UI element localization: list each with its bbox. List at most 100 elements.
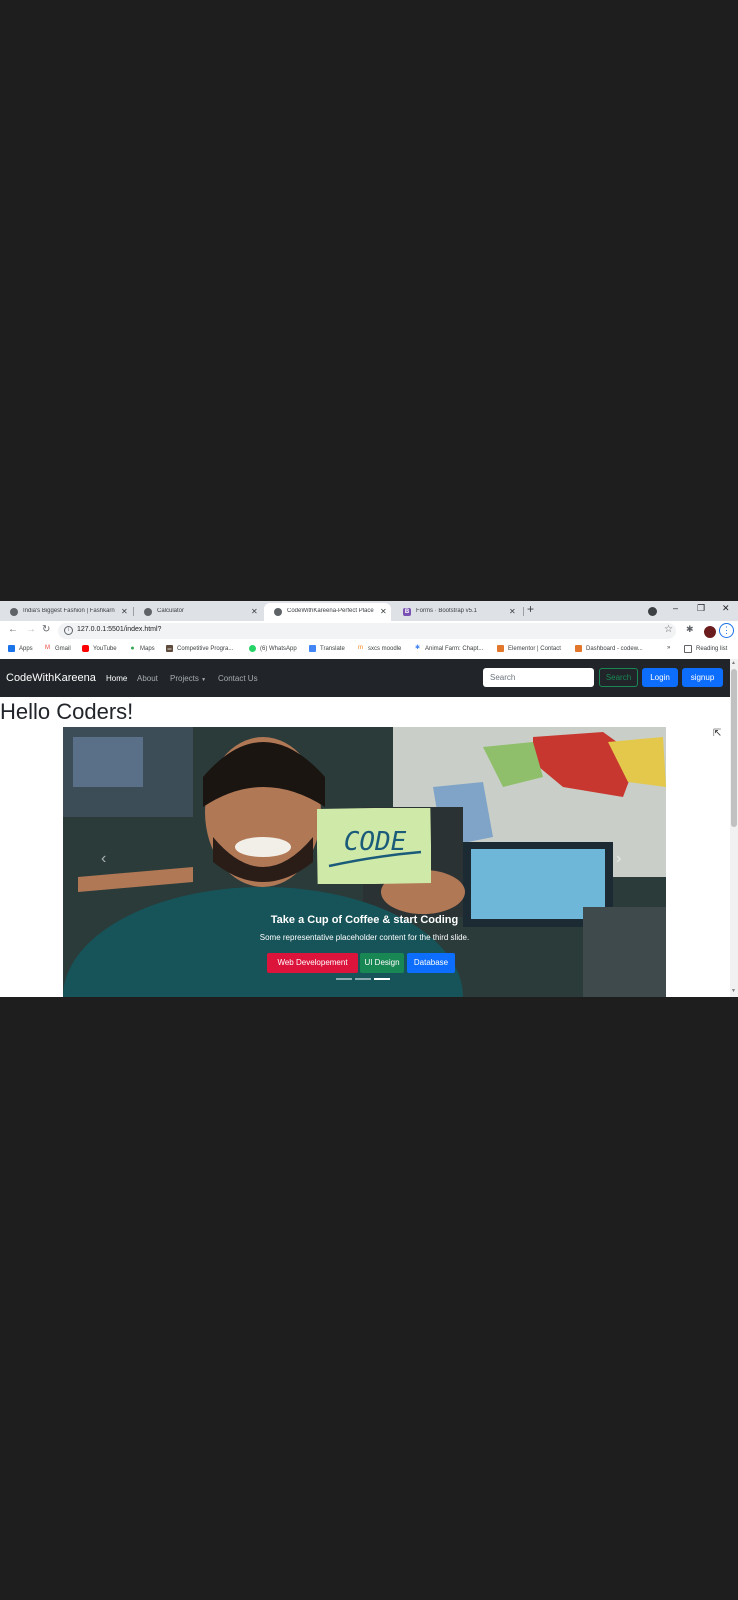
reading-list-label: Reading list <box>696 646 728 652</box>
apps-grid-icon <box>8 645 15 652</box>
bookmark-elementor[interactable]: Elementor | Contact <box>497 645 561 652</box>
reading-list-button[interactable]: Reading list <box>684 645 727 653</box>
hero-carousel[interactable]: CODE ‹ › Take a Cup of Coffee & start Co… <box>63 727 666 997</box>
bookmark-label: sxcs moodle <box>368 645 402 652</box>
bookmark-youtube[interactable]: YouTube <box>82 645 117 652</box>
globe-icon <box>10 608 18 616</box>
carousel-indicator[interactable] <box>336 978 352 980</box>
carousel-caption-text: Some representative placeholder content … <box>259 933 470 942</box>
search-input[interactable]: Search <box>483 668 594 687</box>
mouse-cursor-icon: ⇱ <box>713 728 722 739</box>
carousel-next-icon[interactable]: › <box>616 850 621 868</box>
tab-separator <box>523 607 524 616</box>
bookmark-label: (6) WhatsApp <box>260 645 297 652</box>
gmail-icon: M <box>45 645 50 651</box>
bookmark-star-icon[interactable]: ☆ <box>664 624 673 635</box>
back-arrow-icon[interactable]: ← <box>8 624 18 635</box>
bookmark-label: Apps <box>19 645 33 652</box>
carousel-indicators <box>336 978 396 981</box>
close-tab-icon[interactable]: ✕ <box>380 607 387 616</box>
new-tab-button[interactable]: + <box>527 602 534 616</box>
bookmark-apps[interactable]: Apps <box>8 645 33 652</box>
carousel-indicator[interactable] <box>355 978 371 980</box>
code-sticky-note: CODE <box>317 808 431 884</box>
bookmark-label: Dashboard - codew... <box>586 645 643 652</box>
database-button[interactable]: Database <box>407 953 455 973</box>
address-bar[interactable]: i 127.0.0.1:5501/index.html? ☆ <box>58 623 676 639</box>
tab-title: India's Biggest Fashion | Fashkarn <box>23 608 115 614</box>
extensions-puzzle-icon[interactable]: ✱ <box>686 624 694 635</box>
sticky-note-text: CODE <box>344 827 407 857</box>
profile-indicator-icon[interactable] <box>648 607 657 616</box>
scroll-up-arrow-icon[interactable]: ▲ <box>731 660 736 666</box>
web-development-button[interactable]: Web Developement <box>267 953 358 973</box>
bookmark-moodle[interactable]: m sxcs moodle <box>357 645 401 652</box>
tab-title: CodeWithKareena-Perfect Place <box>287 608 374 614</box>
tab-title: Calculator <box>157 608 185 614</box>
bookmark-competitive[interactable]: cc Competitive Progra... <box>166 645 233 652</box>
bookmark-label: Animal Farm: Chapt... <box>425 645 484 652</box>
carousel-caption-title: Take a Cup of Coffee & start Coding <box>270 914 459 926</box>
tab-strip: India's Biggest Fashion | Fashkarn ✕ Cal… <box>0 601 738 621</box>
whatsapp-icon <box>249 645 256 652</box>
scroll-down-arrow-icon[interactable]: ▼ <box>731 988 736 994</box>
bookmark-label: Gmail <box>55 645 71 652</box>
bookmark-gmail[interactable]: M Gmail <box>44 645 71 652</box>
close-window-button[interactable]: ✕ <box>722 603 730 614</box>
bookmark-animal-farm[interactable]: ✱ Animal Farm: Chapt... <box>414 645 483 652</box>
cc-icon: cc <box>166 645 173 652</box>
tab-title: Forms · Bootstrap v5.1 <box>416 608 478 614</box>
ui-design-button[interactable]: UI Design <box>360 953 404 973</box>
minimize-button[interactable]: – <box>673 603 678 613</box>
search-button[interactable]: Search <box>599 668 638 687</box>
forward-arrow-icon[interactable]: → <box>26 624 36 635</box>
carousel-indicator-active[interactable] <box>374 978 390 980</box>
nav-projects-label: Projects <box>170 674 199 683</box>
bookmark-maps[interactable]: ● Maps <box>129 645 155 652</box>
tab-bootstrap-forms[interactable]: B Forms · Bootstrap v5.1 ✕ <box>393 603 523 621</box>
close-tab-icon[interactable]: ✕ <box>121 607 128 616</box>
globe-icon <box>274 608 282 616</box>
close-tab-icon[interactable]: ✕ <box>509 607 516 616</box>
nav-projects[interactable]: Projects ▼ <box>170 674 206 683</box>
carousel-prev-icon[interactable]: ‹ <box>101 850 106 868</box>
tab-fashion[interactable]: India's Biggest Fashion | Fashkarn ✕ <box>0 603 132 621</box>
bookmarks-overflow-button[interactable]: » <box>667 645 670 651</box>
bootstrap-icon: B <box>403 608 411 616</box>
nav-home[interactable]: Home <box>106 674 127 683</box>
globe-icon <box>144 608 152 616</box>
caret-down-icon: ▼ <box>201 677 207 683</box>
reading-list-icon <box>684 645 692 653</box>
close-tab-icon[interactable]: ✕ <box>251 607 258 616</box>
menu-dots-icon[interactable]: ⋮ <box>719 623 734 638</box>
site-brand[interactable]: CodeWithKareena <box>6 672 96 684</box>
site-navbar: CodeWithKareena Home About Projects ▼ Co… <box>0 659 730 697</box>
translate-icon <box>309 645 316 652</box>
url-text[interactable]: 127.0.0.1:5501/index.html? <box>77 626 161 633</box>
tab-codewithkareena[interactable]: CodeWithKareena-Perfect Place ✕ <box>264 603 391 621</box>
toolbar: ← → ↻ i 127.0.0.1:5501/index.html? ☆ <box>0 621 738 641</box>
dashboard-icon <box>575 645 582 652</box>
bookmark-translate[interactable]: Translate <box>309 645 345 652</box>
bookmarks-bar: Apps M Gmail YouTube ● Maps cc Competitive … <box>0 641 738 660</box>
browser-window: India's Biggest Fashion | Fashkarn ✕ Cal… <box>0 601 738 997</box>
bookmark-label: Translate <box>320 645 345 652</box>
snowflake-icon: ✱ <box>414 645 421 651</box>
page-heading: Hello Coders! <box>0 699 134 724</box>
bookmark-label: YouTube <box>93 645 117 652</box>
bookmark-label: Competitive Progra... <box>177 645 234 652</box>
info-icon[interactable]: i <box>64 626 73 635</box>
scrollbar-thumb[interactable] <box>731 669 737 827</box>
nav-contact[interactable]: Contact Us <box>218 674 258 683</box>
bookmark-whatsapp[interactable]: (6) WhatsApp <box>249 645 297 652</box>
bookmark-label: Maps <box>140 645 155 652</box>
nav-about[interactable]: About <box>137 674 158 683</box>
signup-button[interactable]: signup <box>682 668 723 687</box>
elementor-icon <box>497 645 504 652</box>
bookmark-dashboard[interactable]: Dashboard - codew... <box>575 645 643 652</box>
profile-avatar[interactable] <box>703 625 717 639</box>
reload-icon[interactable]: ↻ <box>42 624 50 635</box>
restore-button[interactable]: ❐ <box>697 603 705 614</box>
login-button[interactable]: Login <box>642 668 678 687</box>
tab-calculator[interactable]: Calculator ✕ <box>134 603 262 621</box>
